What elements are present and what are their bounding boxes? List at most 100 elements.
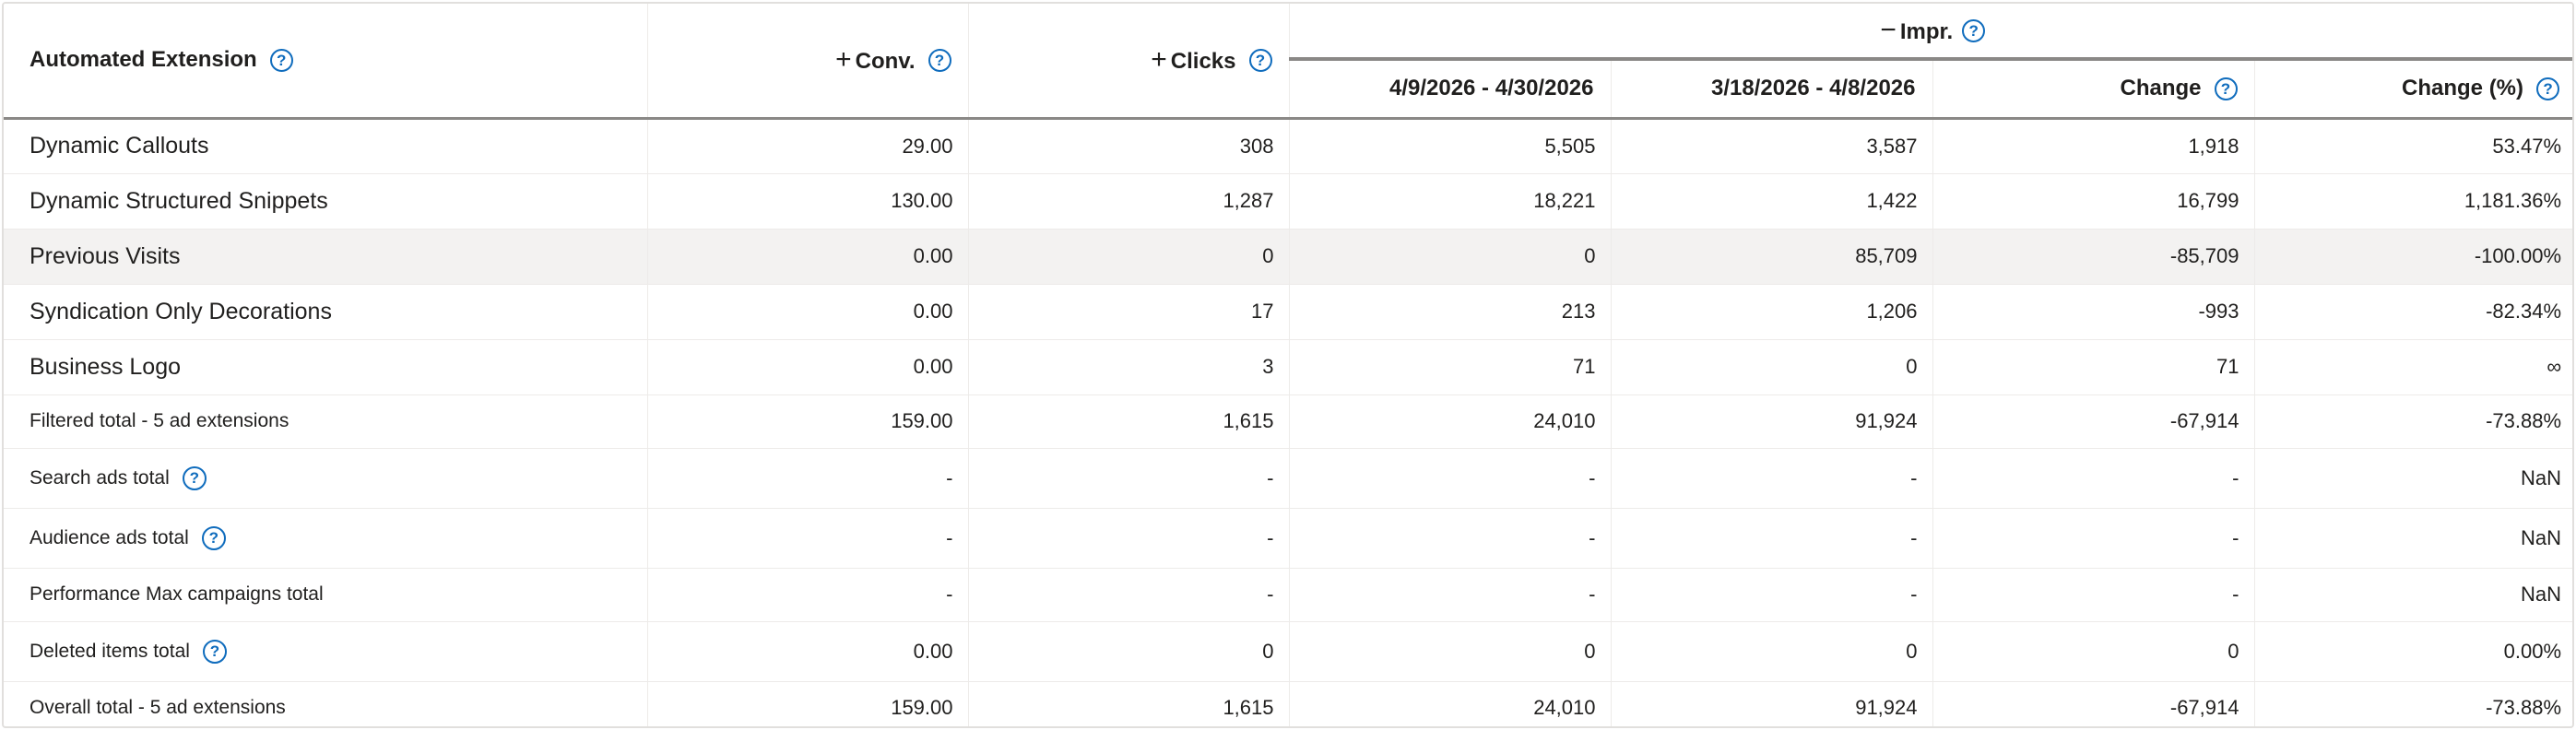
cell-impr-previous: 0 xyxy=(1611,339,1933,395)
cell-conv: 130.00 xyxy=(647,173,969,230)
cell-change: - xyxy=(1932,508,2255,569)
column-group-header-impr[interactable]: − Impr. ? xyxy=(1289,4,2572,61)
cell-clicks: 1,615 xyxy=(968,394,1290,449)
cell-clicks: 1,287 xyxy=(968,173,1290,230)
table-row[interactable]: Business Logo 0.00 3 71 0 71 ∞ xyxy=(4,339,2572,395)
cell-change-pct: NaN xyxy=(2254,508,2572,569)
cell-impr-previous: 91,924 xyxy=(1611,681,1933,726)
row-name-label: Audience ads total xyxy=(30,526,189,548)
help-icon[interactable]: ? xyxy=(182,465,207,490)
help-icon[interactable]: ? xyxy=(928,48,951,72)
help-icon[interactable]: ? xyxy=(269,48,293,72)
cell-impr-previous: - xyxy=(1611,508,1933,569)
cell-conv: 29.00 xyxy=(647,118,969,174)
row-name: Performance Max campaigns total xyxy=(4,568,648,622)
cell-clicks: 17 xyxy=(968,284,1290,340)
row-name-label: Search ads total xyxy=(30,466,170,489)
cell-change-pct: -73.88% xyxy=(2254,394,2572,449)
help-icon[interactable]: ? xyxy=(2214,77,2238,100)
cell-change: -85,709 xyxy=(1932,229,2255,285)
cell-change: - xyxy=(1932,568,2255,622)
cell-impr-current: 24,010 xyxy=(1289,681,1612,726)
cell-conv: 0.00 xyxy=(647,284,969,340)
cell-change: 71 xyxy=(1932,339,2255,395)
total-row-performance-max: Performance Max campaigns total - - - - … xyxy=(4,568,2572,622)
row-name: Search ads total ? xyxy=(4,448,648,509)
column-header-clicks[interactable]: + Clicks ? xyxy=(968,4,1290,120)
cell-impr-previous: 1,422 xyxy=(1611,173,1933,230)
cell-conv: 0.00 xyxy=(647,339,969,395)
cell-conv: 0.00 xyxy=(647,229,969,285)
cell-change-pct: NaN xyxy=(2254,568,2572,622)
column-header-change-pct[interactable]: Change (%) ? xyxy=(2254,59,2572,120)
cell-impr-previous: - xyxy=(1611,568,1933,622)
row-name: Filtered total - 5 ad extensions xyxy=(4,394,648,449)
cell-clicks: 1,615 xyxy=(968,681,1290,726)
help-icon[interactable]: ? xyxy=(2536,77,2560,100)
cell-impr-previous: 0 xyxy=(1611,621,1933,682)
cell-change-pct: ∞ xyxy=(2254,339,2572,395)
expand-icon[interactable]: + xyxy=(1151,45,1167,74)
cell-conv: 0.00 xyxy=(647,621,969,682)
report-grid: Automated Extension ? + Conv. ? + Clicks ? xyxy=(4,4,2572,726)
cell-clicks: - xyxy=(968,448,1290,509)
column-header-period-previous[interactable]: 3/18/2026 - 4/8/2026 xyxy=(1611,59,1933,120)
cell-change-pct: 1,181.36% xyxy=(2254,173,2572,230)
cell-conv: - xyxy=(647,568,969,622)
collapse-icon[interactable]: − xyxy=(1880,16,1897,44)
total-row-overall: Overall total - 5 ad extensions 159.00 1… xyxy=(4,681,2572,726)
cell-change: -67,914 xyxy=(1932,681,2255,726)
cell-impr-previous: 91,924 xyxy=(1611,394,1933,449)
column-header-change[interactable]: Change ? xyxy=(1932,59,2255,120)
cell-conv: 159.00 xyxy=(647,681,969,726)
cell-impr-previous: 3,587 xyxy=(1611,118,1933,174)
cell-impr-current: 0 xyxy=(1289,229,1612,285)
help-icon[interactable]: ? xyxy=(1248,48,1272,72)
total-row-audience-ads: Audience ads total ? - - - - - NaN xyxy=(4,508,2572,569)
row-name: Syndication Only Decorations xyxy=(4,284,648,340)
column-header-conv[interactable]: + Conv. ? xyxy=(647,4,969,120)
help-icon[interactable]: ? xyxy=(1962,18,1986,42)
cell-change-pct: -82.34% xyxy=(2254,284,2572,340)
help-icon[interactable]: ? xyxy=(202,639,227,664)
automated-extensions-table: Automated Extension ? + Conv. ? + Clicks ? xyxy=(2,2,2574,728)
column-header-label: Clicks xyxy=(1170,48,1236,74)
column-header-automated-extension[interactable]: Automated Extension ? xyxy=(4,4,648,120)
cell-clicks: - xyxy=(968,568,1290,622)
cell-impr-previous: - xyxy=(1611,448,1933,509)
help-icon[interactable]: ? xyxy=(201,525,226,550)
row-name: Audience ads total ? xyxy=(4,508,648,569)
cell-conv: 159.00 xyxy=(647,394,969,449)
cell-change-pct: NaN xyxy=(2254,448,2572,509)
cell-impr-previous: 1,206 xyxy=(1611,284,1933,340)
cell-impr-previous: 85,709 xyxy=(1611,229,1933,285)
cell-change: 16,799 xyxy=(1932,173,2255,230)
cell-change: 0 xyxy=(1932,621,2255,682)
cell-change-pct: 53.47% xyxy=(2254,118,2572,174)
column-header-label: Automated Extension xyxy=(30,47,257,73)
cell-clicks: 308 xyxy=(968,118,1290,174)
column-header-label: Impr. xyxy=(1899,18,1954,44)
cell-change-pct: -100.00% xyxy=(2254,229,2572,285)
table-row[interactable]: Syndication Only Decorations 0.00 17 213… xyxy=(4,284,2572,340)
cell-impr-current: 71 xyxy=(1289,339,1612,395)
cell-change-pct: -73.88% xyxy=(2254,681,2572,726)
cell-change: -993 xyxy=(1932,284,2255,340)
cell-impr-current: 213 xyxy=(1289,284,1612,340)
cell-conv: - xyxy=(647,448,969,509)
cell-clicks: - xyxy=(968,508,1290,569)
expand-icon[interactable]: + xyxy=(835,45,852,74)
cell-change: -67,914 xyxy=(1932,394,2255,449)
column-header-period-current[interactable]: 4/9/2026 - 4/30/2026 xyxy=(1289,59,1612,120)
row-name: Dynamic Structured Snippets xyxy=(4,173,648,230)
cell-impr-current: 5,505 xyxy=(1289,118,1612,174)
table-row-hovered[interactable]: Previous Visits 0.00 0 0 85,709 -85,709 … xyxy=(4,229,2572,285)
table-row[interactable]: Dynamic Callouts 29.00 308 5,505 3,587 1… xyxy=(4,118,2572,174)
cell-conv: - xyxy=(647,508,969,569)
cell-impr-current: - xyxy=(1289,568,1612,622)
table-row[interactable]: Dynamic Structured Snippets 130.00 1,287… xyxy=(4,173,2572,230)
cell-clicks: 0 xyxy=(968,229,1290,285)
column-header-label: Change (%) xyxy=(2402,76,2524,101)
cell-impr-current: 18,221 xyxy=(1289,173,1612,230)
total-row-filtered: Filtered total - 5 ad extensions 159.00 … xyxy=(4,394,2572,449)
